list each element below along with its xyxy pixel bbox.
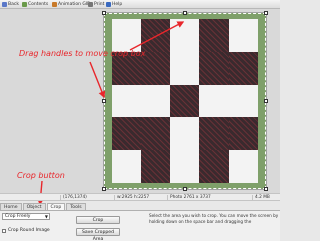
photo-dimensions: Photo 2761 x 3737 bbox=[167, 195, 211, 201]
crop-handle-bottom[interactable] bbox=[183, 187, 187, 191]
crop-mode-value: Crop Freely bbox=[5, 214, 31, 219]
help-button[interactable]: Help bbox=[106, 1, 122, 8]
crop-handle-left[interactable] bbox=[102, 99, 106, 103]
crop-mode-select[interactable]: Crop Freely ▼ bbox=[2, 213, 50, 220]
chevron-down-icon: ▼ bbox=[44, 214, 48, 219]
image-canvas[interactable] bbox=[0, 9, 280, 193]
main-toolbar: Back Contents Animation GIF Print Help bbox=[0, 0, 280, 9]
crop-round-image-option[interactable]: Crop Round Image bbox=[2, 228, 50, 233]
tab-object[interactable]: Object bbox=[22, 203, 46, 210]
crop-button[interactable]: Crop bbox=[76, 216, 120, 224]
crop-box[interactable] bbox=[102, 11, 268, 191]
crop-handle-bottom-left[interactable] bbox=[102, 187, 106, 191]
crop-handle-top-left[interactable] bbox=[102, 11, 106, 15]
print-label: Print bbox=[94, 2, 105, 7]
gif-icon bbox=[52, 2, 57, 7]
crop-options-panel: Crop Freely ▼ Crop Round Image Crop Save… bbox=[0, 210, 280, 241]
help-icon bbox=[106, 2, 111, 7]
animation-gif-label: Animation GIF bbox=[58, 2, 90, 7]
cursor-coords: (176,1374) bbox=[60, 195, 87, 201]
back-button[interactable]: Back bbox=[2, 1, 19, 8]
crop-help-text: Select the area you wish to crop. You ca… bbox=[149, 213, 279, 224]
back-icon bbox=[2, 2, 7, 7]
crop-handle-bottom-right[interactable] bbox=[264, 187, 268, 191]
print-button[interactable]: Print bbox=[88, 1, 104, 8]
drag-handles-annotation: Drag handles to move crop box bbox=[19, 49, 146, 58]
tab-bar: Home Object Crop Tools bbox=[0, 203, 87, 210]
tab-tools[interactable]: Tools bbox=[66, 203, 86, 210]
animation-gif-button[interactable]: Animation GIF bbox=[52, 1, 90, 8]
crop-handle-top-right[interactable] bbox=[264, 11, 268, 15]
crop-handle-top[interactable] bbox=[183, 11, 187, 15]
print-icon bbox=[88, 2, 93, 7]
help-label: Help bbox=[112, 2, 123, 7]
back-label: Back bbox=[8, 2, 19, 7]
save-cropped-area-button[interactable]: Save Cropped Area bbox=[76, 228, 120, 241]
status-bar: (176,1374) w:2925 h:2257 Photo 2761 x 37… bbox=[0, 193, 280, 201]
contents-icon bbox=[22, 2, 27, 7]
memory-usage: 4.2 MB bbox=[252, 195, 270, 201]
tab-home[interactable]: Home bbox=[0, 203, 22, 210]
crop-round-image-checkbox[interactable] bbox=[2, 228, 6, 233]
selection-size: w:2925 h:2257 bbox=[114, 195, 149, 201]
tab-crop[interactable]: Crop bbox=[46, 203, 66, 210]
crop-round-image-label: Crop Round Image bbox=[8, 228, 50, 233]
contents-label: Contents bbox=[28, 2, 49, 7]
crop-button-annotation: Crop button bbox=[17, 171, 65, 180]
contents-button[interactable]: Contents bbox=[22, 1, 48, 8]
crop-handle-right[interactable] bbox=[264, 99, 268, 103]
